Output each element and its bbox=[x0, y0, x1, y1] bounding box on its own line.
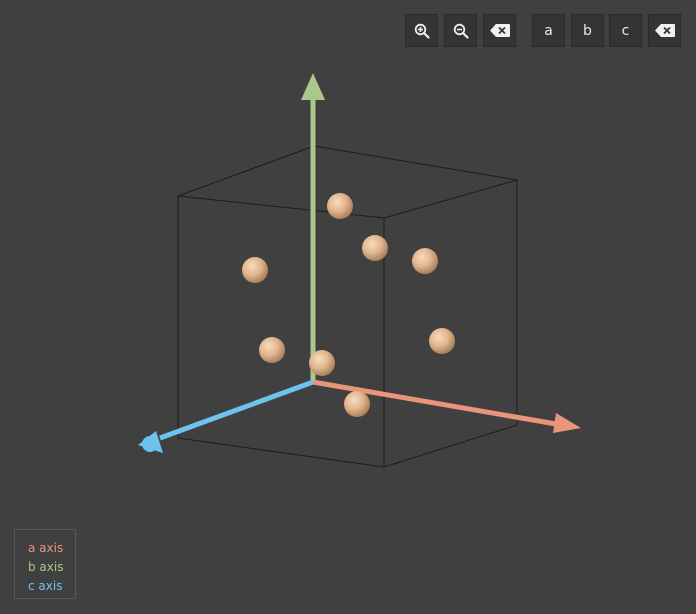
atoms bbox=[242, 193, 455, 417]
legend-b-axis: b axis bbox=[28, 560, 64, 574]
view-c-label: c bbox=[621, 22, 630, 39]
view-a-button[interactable]: a bbox=[532, 14, 565, 47]
atom bbox=[327, 193, 353, 219]
atom bbox=[344, 391, 370, 417]
view-c-button[interactable]: c bbox=[609, 14, 642, 47]
atom bbox=[429, 328, 455, 354]
view-b-label: b bbox=[583, 22, 592, 39]
axis-legend: a axis b axis c axis bbox=[14, 529, 76, 599]
unit-cell-box bbox=[177, 145, 518, 468]
atom bbox=[259, 337, 285, 363]
view-b-button[interactable]: b bbox=[571, 14, 604, 47]
backspace-icon bbox=[654, 24, 675, 37]
zoom-out-icon bbox=[453, 23, 469, 39]
b-axis-arrow bbox=[301, 73, 325, 382]
c-axis-arrow bbox=[138, 379, 314, 453]
3d-viewport[interactable] bbox=[0, 0, 696, 614]
atom bbox=[362, 235, 388, 261]
clear-button[interactable] bbox=[648, 14, 681, 47]
zoom-in-icon bbox=[414, 23, 430, 39]
view-a-label: a bbox=[544, 22, 553, 39]
legend-a-axis: a axis bbox=[28, 541, 64, 555]
atom bbox=[242, 257, 268, 283]
zoom-in-button[interactable] bbox=[405, 14, 438, 47]
legend-c-axis: c axis bbox=[28, 579, 63, 593]
atom bbox=[309, 350, 335, 376]
reset-button[interactable] bbox=[483, 14, 516, 47]
backspace-icon bbox=[489, 24, 510, 37]
zoom-out-button[interactable] bbox=[444, 14, 477, 47]
atom bbox=[412, 248, 438, 274]
